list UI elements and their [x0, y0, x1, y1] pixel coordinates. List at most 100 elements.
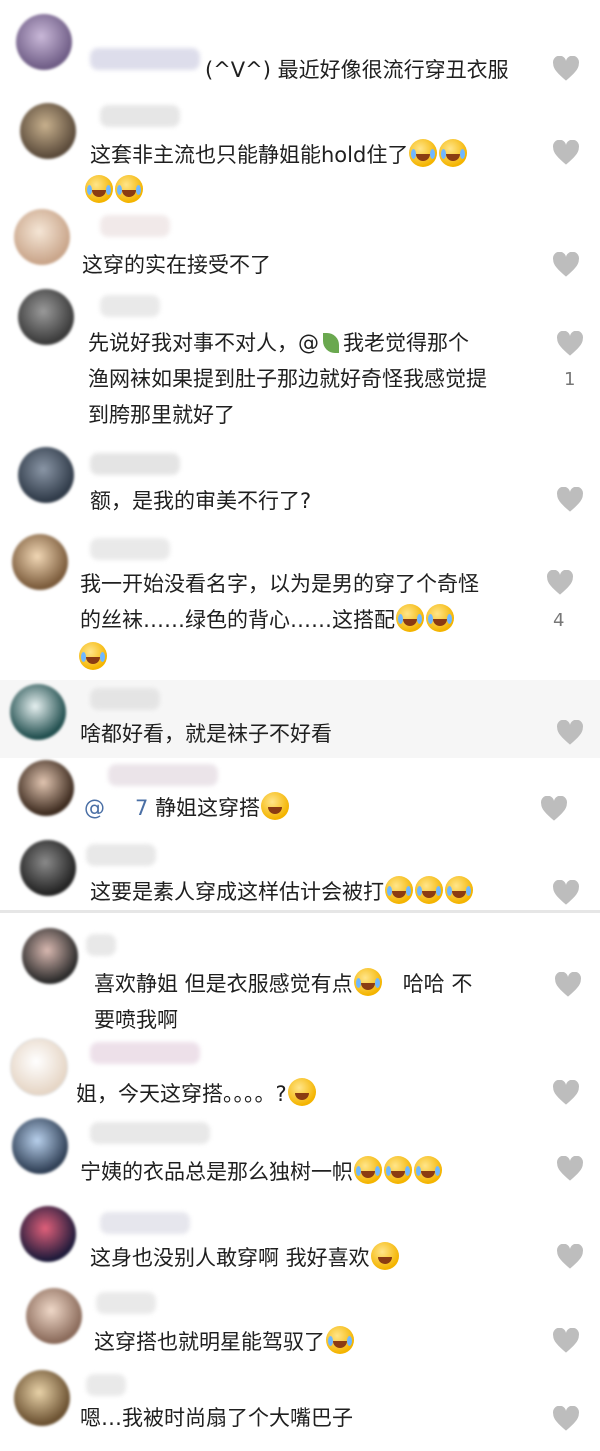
comment-item: 嗯…我被时尚扇了个大嘴巴子	[0, 1366, 600, 1451]
avatar[interactable]	[10, 1038, 68, 1096]
comment-item: 这要是素人穿成这样估计会被打	[0, 838, 600, 910]
avatar[interactable]	[20, 1206, 76, 1262]
comment-item: 我一开始没看名字，以为是男的穿了个奇怪 的丝袜……绿色的背心……这搭配 4	[0, 530, 600, 680]
avatar[interactable]	[16, 14, 72, 70]
rofl-emoji-icon	[426, 604, 454, 632]
rofl-emoji-icon	[79, 642, 107, 670]
username[interactable]	[86, 934, 116, 956]
like-heart-icon[interactable]	[552, 1080, 580, 1106]
like-count: 1	[564, 369, 576, 390]
grin-sweat-emoji-icon	[261, 792, 290, 820]
thinking-emoji-icon	[287, 1078, 316, 1106]
like-heart-icon[interactable]	[552, 252, 580, 278]
rofl-emoji-icon	[115, 175, 143, 203]
like-heart-icon[interactable]	[556, 331, 584, 357]
username[interactable]	[90, 48, 200, 70]
comment-text: 啥都好看，就是袜子不好看	[80, 722, 332, 746]
comment-text-line2: 要喷我啊	[94, 1008, 178, 1032]
like-heart-icon[interactable]	[552, 56, 580, 82]
avatar[interactable]	[12, 534, 68, 590]
like-heart-icon[interactable]	[556, 1244, 584, 1270]
username[interactable]	[90, 688, 160, 710]
like-heart-icon[interactable]	[556, 720, 584, 746]
comment-text-line3	[78, 640, 108, 676]
rofl-emoji-icon	[396, 604, 424, 632]
avatar[interactable]	[20, 103, 76, 159]
comment-text: 嗯…我被时尚扇了个大嘴巴子	[80, 1406, 353, 1430]
username[interactable]	[100, 295, 160, 317]
rofl-emoji-icon	[326, 1326, 354, 1354]
username[interactable]	[90, 1122, 210, 1144]
like-heart-icon[interactable]	[552, 140, 580, 166]
username[interactable]	[100, 105, 180, 127]
like-heart-icon[interactable]	[554, 972, 582, 998]
comment-item: 额，是我的审美不行了?	[0, 445, 600, 530]
avatar[interactable]	[18, 760, 74, 816]
avatar[interactable]	[20, 840, 76, 896]
rofl-emoji-icon	[384, 1156, 412, 1184]
rofl-emoji-icon	[415, 876, 443, 904]
comment-text: (^V^) 最近好像很流行穿丑衣服	[205, 58, 509, 82]
like-heart-icon[interactable]	[552, 880, 580, 906]
mention-link[interactable]: @	[84, 796, 105, 820]
username[interactable]	[108, 764, 218, 786]
like-heart-icon[interactable]	[540, 796, 568, 822]
username[interactable]	[86, 1374, 126, 1396]
rofl-emoji-icon	[439, 139, 468, 167]
rofl-emoji-icon	[445, 876, 473, 904]
comment-text-line3: 到胯那里就好了	[88, 403, 235, 427]
like-count: 4	[553, 610, 565, 631]
comment-item: 啥都好看，就是袜子不好看	[0, 680, 600, 758]
username[interactable]	[90, 453, 180, 475]
avatar[interactable]	[18, 289, 74, 345]
avatar[interactable]	[10, 684, 66, 740]
rofl-emoji-icon	[353, 968, 382, 996]
comment-text: 这穿搭也就明星能驾驭了	[94, 1324, 355, 1360]
rofl-emoji-icon	[85, 175, 113, 203]
comment-text-line2	[84, 173, 144, 209]
rofl-emoji-icon	[409, 139, 438, 167]
comment-text: 我一开始没看名字，以为是男的穿了个奇怪	[80, 572, 479, 596]
comment-text: 这要是素人穿成这样估计会被打	[90, 874, 474, 910]
username[interactable]	[96, 1292, 156, 1314]
like-heart-icon[interactable]	[556, 487, 584, 513]
leaf-icon	[323, 333, 339, 353]
username[interactable]	[100, 215, 170, 237]
comment-text-line2: 渔网袜如果提到肚子那边就好奇怪我感觉提	[88, 367, 487, 391]
avatar[interactable]	[12, 1118, 68, 1174]
comment-item: 先说好我对事不对人，@ 我老觉得那个 渔网袜如果提到肚子那边就好奇怪我感觉提 到胯…	[0, 285, 600, 445]
like-heart-icon[interactable]	[552, 1406, 580, 1432]
comment-item: 这穿搭也就明星能驾驭了	[0, 1286, 600, 1366]
avatar[interactable]	[18, 447, 74, 503]
comment-text: 先说好我对事不对人，@ 我老觉得那个	[88, 331, 469, 355]
comment-item: 宁姨的衣品总是那么独树一帜	[0, 1114, 600, 1204]
like-heart-icon[interactable]	[546, 570, 574, 596]
username[interactable]	[86, 844, 156, 866]
comment-item: 姐，今天这穿搭。。。。?	[0, 1034, 600, 1114]
comment-text: 喜欢静姐 但是衣服感觉有点 哈哈 不	[94, 966, 472, 1002]
like-heart-icon[interactable]	[556, 1156, 584, 1182]
comment-list: (^V^) 最近好像很流行穿丑衣服 这套非主流也只能静姐能hold住了 这穿的实…	[0, 0, 600, 1451]
avatar[interactable]	[22, 928, 78, 984]
comment-text: 宁姨的衣品总是那么独树一帜	[80, 1154, 443, 1190]
avatar[interactable]	[26, 1288, 82, 1344]
username[interactable]	[90, 538, 170, 560]
comment-item: 这穿的实在接受不了	[0, 205, 600, 285]
comment-text: 姐，今天这穿搭。。。。?	[76, 1076, 317, 1112]
comment-text: 这身也没别人敢穿啊 我好喜欢	[90, 1240, 400, 1276]
comment-text: 这套非主流也只能静姐能hold住了	[90, 137, 468, 173]
comment-text: 额，是我的审美不行了?	[90, 489, 312, 513]
comment-text: @7 静姐这穿搭	[84, 790, 290, 826]
comment-item: 这身也没别人敢穿啊 我好喜欢	[0, 1204, 600, 1286]
kissing-emoji-icon	[370, 1242, 399, 1270]
comment-item: 喜欢静姐 但是衣服感觉有点 哈哈 不 要喷我啊	[0, 914, 600, 1034]
avatar[interactable]	[14, 209, 70, 265]
username[interactable]	[90, 1042, 200, 1064]
comment-text-line2: 的丝袜……绿色的背心……这搭配	[80, 602, 455, 638]
rofl-emoji-icon	[385, 876, 413, 904]
avatar[interactable]	[14, 1370, 70, 1426]
username[interactable]	[100, 1212, 190, 1234]
like-heart-icon[interactable]	[552, 1328, 580, 1354]
comment-text: 这穿的实在接受不了	[82, 253, 271, 277]
rofl-emoji-icon	[354, 1156, 382, 1184]
